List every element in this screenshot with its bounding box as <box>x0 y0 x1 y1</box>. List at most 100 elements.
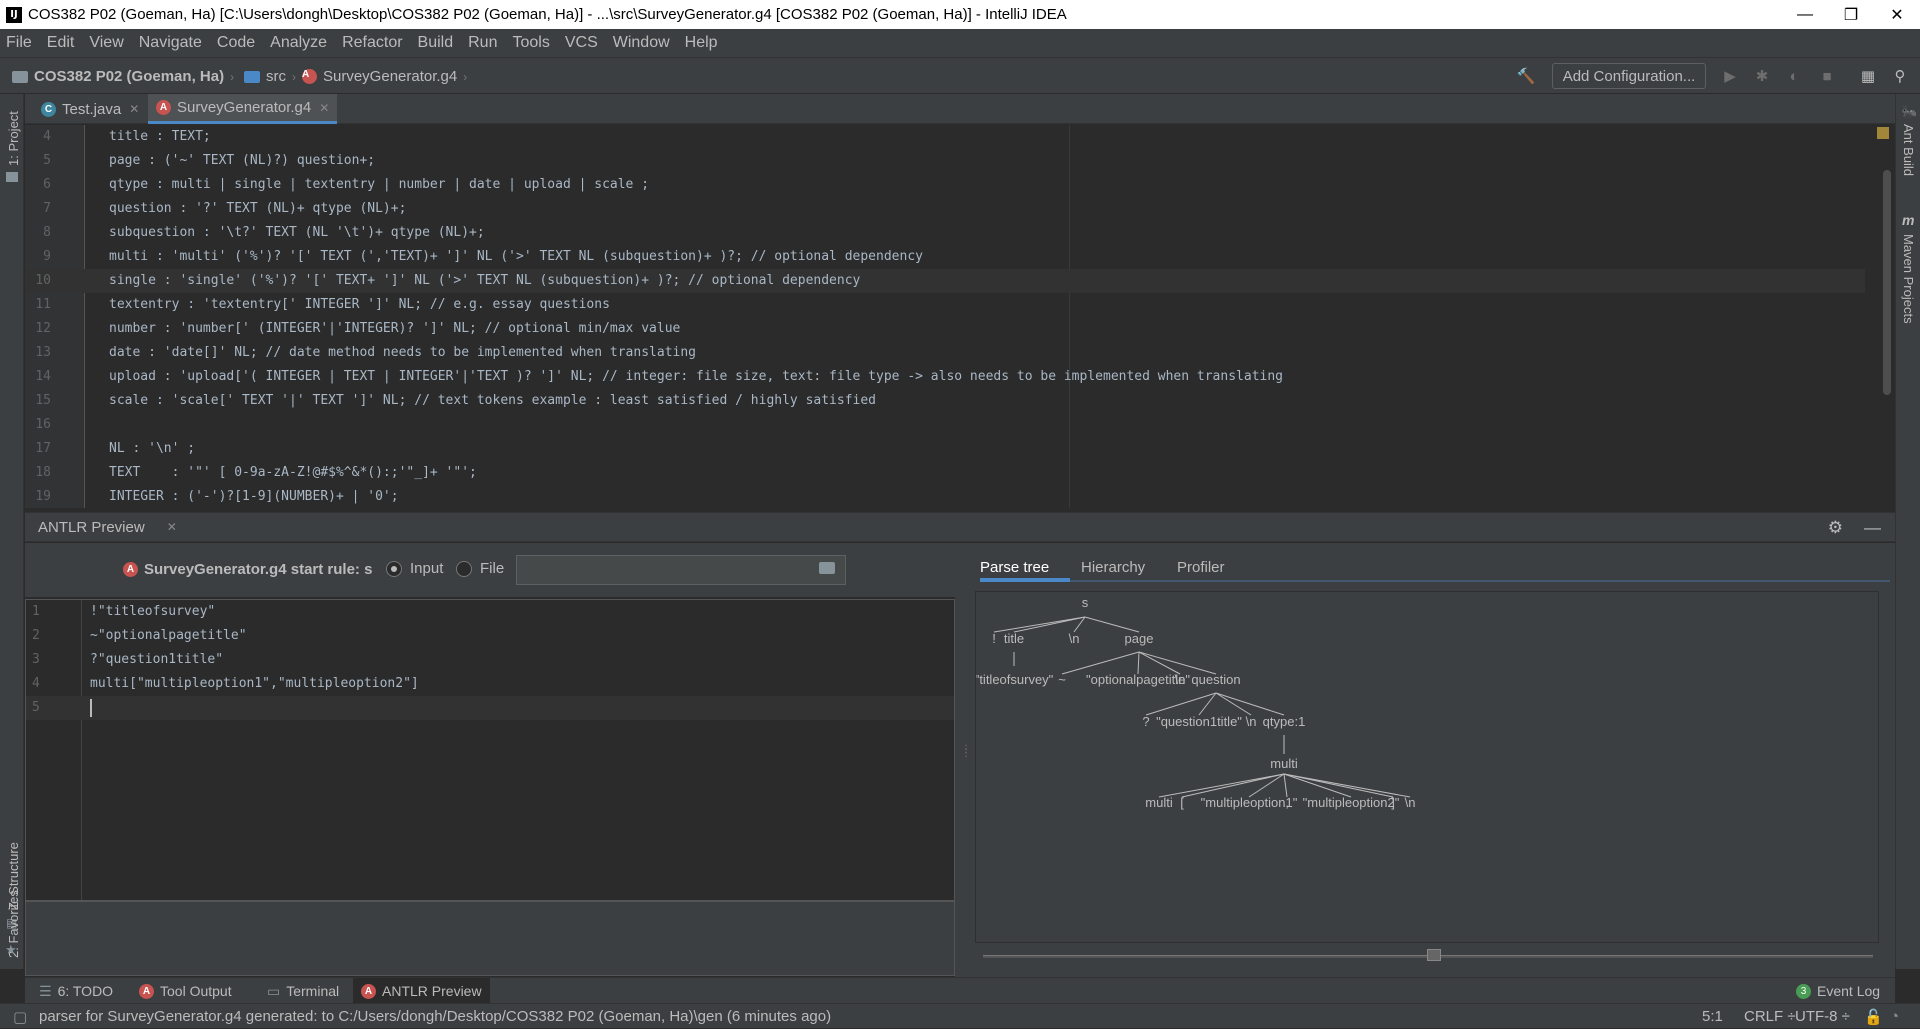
menu-view[interactable]: View <box>89 34 123 52</box>
antlr-preview-tool-button[interactable]: A ANTLR Preview <box>353 978 490 1004</box>
breadcrumb-project[interactable]: COS382 P02 (Goeman, Ha) › <box>12 58 234 95</box>
close-panel-icon[interactable]: ✕ <box>167 520 177 534</box>
antlr-preview-header: ANTLR Preview ✕ ⚙ — <box>25 512 1895 542</box>
code-line: 11 textentry : 'textentry[' INTEGER ']' N… <box>25 293 1865 317</box>
file-radio-button[interactable] <box>456 560 472 577</box>
tree-node-lbracket[interactable]: [ <box>1180 795 1184 810</box>
menu-refactor[interactable]: Refactor <box>342 34 402 52</box>
tree-node-s[interactable]: s <box>1082 595 1089 610</box>
tree-node-titleofsurvey[interactable]: "titleofsurvey" <box>976 672 1054 687</box>
menu-tools[interactable]: Tools <box>512 34 549 52</box>
tab-hierarchy[interactable]: Hierarchy <box>1081 559 1145 576</box>
code-text: textentry : 'textentry[' INTEGER ']' NL;… <box>109 297 610 312</box>
stop-icon[interactable]: ■ <box>1817 66 1837 86</box>
tree-node-page[interactable]: page <box>1125 631 1154 646</box>
close-tab-icon[interactable]: ✕ <box>319 101 329 115</box>
menu-vcs[interactable]: VCS <box>565 34 598 52</box>
browse-folder-icon[interactable] <box>819 562 835 574</box>
tree-node-question1title[interactable]: "question1title" <box>1156 714 1242 729</box>
tree-node-rbracket[interactable]: ] <box>1391 795 1395 810</box>
code-text: number : 'number[' (INTEGER'|'INTEGER)? … <box>109 321 681 336</box>
coverage-icon[interactable]: ◐ <box>1784 66 1804 86</box>
run-icon[interactable]: ▶ <box>1720 66 1740 86</box>
tab-surveygenerator-g4[interactable]: A SurveyGenerator.g4 ✕ <box>148 94 338 124</box>
menu-edit[interactable]: Edit <box>47 34 75 52</box>
status-message[interactable]: parser for SurveyGenerator.g4 generated:… <box>39 1004 831 1029</box>
event-log-button[interactable]: 3 Event Log <box>1788 978 1888 1004</box>
menu-run[interactable]: Run <box>468 34 497 52</box>
close-tab-icon[interactable]: ✕ <box>129 102 139 116</box>
tree-node-comma[interactable]: , <box>1285 795 1289 810</box>
tree-node-multi-token[interactable]: multi <box>1145 795 1173 810</box>
tree-node-bang[interactable]: ! <box>992 631 996 646</box>
line-separator[interactable]: CRLF ÷ <box>1744 1004 1796 1029</box>
lock-icon[interactable]: 🔓 <box>1864 1004 1883 1029</box>
minimize-button[interactable]: — <box>1782 0 1828 29</box>
file-radio[interactable]: File <box>456 560 504 577</box>
tree-node-qtype[interactable]: qtype:1 <box>1263 714 1306 729</box>
zoom-slider-handle[interactable] <box>1427 949 1441 961</box>
tree-node-question[interactable]: question <box>1191 672 1240 687</box>
maven-projects-tool-tab[interactable]: Maven Projects <box>1901 234 1916 324</box>
tree-node-title[interactable]: title <box>1004 631 1024 646</box>
input-radio-button[interactable] <box>386 560 402 577</box>
file-encoding[interactable]: UTF-8 ÷ <box>1795 1004 1850 1029</box>
tree-node-option1[interactable]: "multipleoption1" <box>1201 795 1298 810</box>
menu-analyze[interactable]: Analyze <box>270 34 327 52</box>
input-text: multi["multipleoption1","multipleoption2… <box>90 676 419 691</box>
breadcrumb-src[interactable]: src › <box>244 58 296 95</box>
debug-icon[interactable]: ✱ <box>1752 66 1772 86</box>
bottom-tool-bar: ☰ 6: TODO A Tool Output ▭ Terminal A ANT… <box>25 977 1895 1004</box>
tree-node-qmark[interactable]: ? <box>1142 714 1149 729</box>
tab-parse-tree[interactable]: Parse tree <box>980 559 1049 576</box>
tree-node-newline[interactable]: \n <box>1246 714 1257 729</box>
terminal-tool-button[interactable]: ▭ Terminal <box>259 978 347 1004</box>
code-editor[interactable]: 4 title : TEXT; 5 page : ('~' TEXT (NL)?) … <box>25 125 1895 508</box>
menu-build[interactable]: Build <box>418 34 454 52</box>
tab-test-java[interactable]: C Test.java ✕ <box>33 94 147 124</box>
file-path-field[interactable] <box>516 555 846 585</box>
add-configuration-button[interactable]: Add Configuration... <box>1552 63 1706 89</box>
analysis-status-icon[interactable] <box>1877 127 1889 139</box>
breadcrumb-src-label: src <box>266 68 286 85</box>
project-tool-tab[interactable]: 1: Project <box>6 111 21 166</box>
ant-build-tool-tab[interactable]: Ant Build <box>1901 124 1916 176</box>
tab-profiler[interactable]: Profiler <box>1177 559 1225 576</box>
menu-file[interactable]: File <box>6 34 32 52</box>
hammer-icon[interactable]: 🔨 <box>1516 66 1536 86</box>
grammar-start-rule-label: SurveyGenerator.g4 start rule: s <box>144 561 373 578</box>
tree-edge <box>1181 773 1285 798</box>
tree-node-multi-rule[interactable]: multi <box>1270 756 1298 771</box>
caret-position[interactable]: 5:1 <box>1702 1004 1723 1029</box>
input-radio[interactable]: Input <box>386 560 443 577</box>
restore-button[interactable]: ❐ <box>1828 0 1874 29</box>
tree-edge <box>1158 773 1285 798</box>
tree-node-tilde[interactable]: ~ <box>1058 672 1066 687</box>
editor-scrollbar[interactable] <box>1883 170 1891 395</box>
panel-splitter[interactable]: ⋮ ⋮ <box>955 543 973 977</box>
menu-code[interactable]: Code <box>217 34 255 52</box>
antlr-input-editor[interactable]: 1 !"titleofsurvey" 2 ~"optionalpagetitle" … <box>25 599 955 901</box>
tree-node-option2[interactable]: "multipleoption2" <box>1303 795 1400 810</box>
inspector-icon[interactable]: ◔ <box>1890 1004 1899 1029</box>
hide-panel-icon[interactable]: — <box>1864 518 1881 538</box>
tree-node-newline[interactable]: \n <box>1069 631 1080 646</box>
menu-window[interactable]: Window <box>613 34 670 52</box>
tool-output-button[interactable]: A Tool Output <box>131 978 240 1004</box>
parse-tree-svg: s ! title \n page "titleofsurvey" ~ "opt… <box>976 595 1416 810</box>
menu-navigate[interactable]: Navigate <box>139 34 202 52</box>
menu-help[interactable]: Help <box>685 34 718 52</box>
gear-icon[interactable]: ⚙ <box>1828 518 1843 538</box>
code-text: subquestion : '\t?' TEXT (NL '\t')+ qtyp… <box>109 225 485 240</box>
project-structure-icon[interactable]: ▦ <box>1858 66 1878 86</box>
tree-node-newline[interactable]: \n <box>1405 795 1416 810</box>
search-everywhere-icon[interactable]: ⚲ <box>1890 66 1910 86</box>
breadcrumb-file[interactable]: A SurveyGenerator.g4 › <box>302 58 467 95</box>
input-line-current: 5 <box>26 696 954 720</box>
close-window-button[interactable]: ✕ <box>1874 0 1920 29</box>
todo-tool-button[interactable]: ☰ 6: TODO <box>31 978 121 1004</box>
parse-tree-view[interactable]: s ! title \n page "titleofsurvey" ~ "opt… <box>975 591 1879 943</box>
tool-windows-toggle-icon[interactable]: ▢ <box>13 1004 27 1029</box>
tree-node-newline[interactable]: \n <box>1175 672 1186 687</box>
input-text: ?"question1title" <box>90 652 224 667</box>
